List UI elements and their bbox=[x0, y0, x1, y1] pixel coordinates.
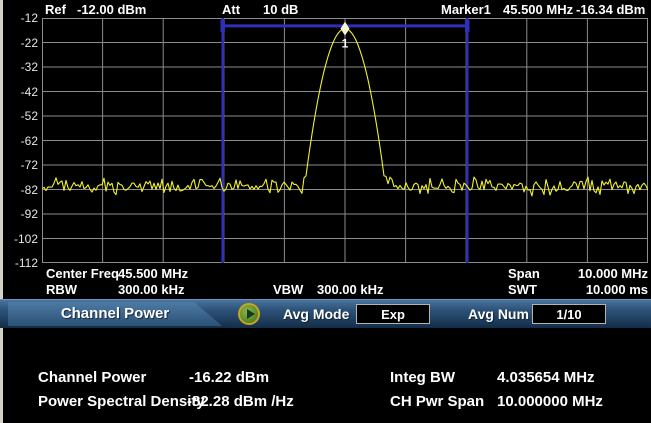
integ-bw-value: 4.035654 MHz bbox=[497, 369, 595, 387]
y-axis-tick-label: -52 bbox=[0, 109, 38, 123]
ref-level-label: Ref bbox=[45, 2, 66, 18]
vbw-label: VBW bbox=[273, 282, 303, 297]
y-axis-tick-label: -92 bbox=[0, 207, 38, 221]
vbw-value: 300.00 kHz bbox=[317, 282, 384, 297]
avg-mode-value-box[interactable]: Exp bbox=[356, 304, 430, 324]
y-axis-tick-label: -82 bbox=[0, 183, 38, 197]
rbw-value: 300.00 kHz bbox=[118, 282, 185, 297]
ch-pwr-span-label: CH Pwr Span bbox=[390, 393, 484, 411]
marker-readout-label: Marker1 bbox=[441, 2, 491, 18]
channel-power-result-value: -16.22 dBm bbox=[189, 369, 269, 387]
channel-power-result-label: Channel Power bbox=[38, 369, 146, 387]
tab-channel-power[interactable]: Channel Power bbox=[8, 302, 222, 326]
y-axis-tick-label: -72 bbox=[0, 158, 38, 172]
swt-label: SWT bbox=[508, 282, 537, 297]
span-label: Span bbox=[508, 266, 540, 281]
center-freq-value: 45.500 MHz bbox=[118, 266, 188, 281]
swt-value: 10.000 ms bbox=[560, 282, 648, 297]
marker-readout-level: -16.34 dBm bbox=[576, 2, 645, 18]
y-axis-tick-label: -22 bbox=[0, 36, 38, 50]
avg-num-label: Avg Num bbox=[468, 305, 529, 324]
attenuation-label: Att bbox=[222, 2, 240, 18]
center-freq-label: Center Freq bbox=[46, 266, 119, 281]
play-triangle-icon bbox=[247, 309, 255, 319]
menu-bar: Channel Power Avg Mode Exp Avg Num 1/10 bbox=[0, 299, 651, 328]
graticule: 1 bbox=[42, 18, 648, 263]
y-axis-tick-label: -102 bbox=[0, 232, 38, 246]
y-axis-tick-label: -112 bbox=[0, 256, 38, 270]
marker-readout-freq: 45.500 MHz bbox=[503, 2, 573, 18]
ref-level-value: -12.00 dBm bbox=[77, 2, 146, 18]
avg-num-value-box[interactable]: 1/10 bbox=[532, 304, 606, 324]
y-axis-tick-label: -12 bbox=[0, 11, 38, 25]
attenuation-value: 10 dB bbox=[263, 2, 298, 18]
play-icon[interactable] bbox=[238, 303, 260, 325]
y-axis-tick-label: -32 bbox=[0, 60, 38, 74]
integ-bw-label: Integ BW bbox=[390, 369, 455, 387]
y-axis-tick-label: -62 bbox=[0, 134, 38, 148]
psd-result-label: Power Spectral Density bbox=[38, 393, 205, 411]
span-value: 10.000 MHz bbox=[560, 266, 648, 281]
y-axis-tick-label: -42 bbox=[0, 85, 38, 99]
psd-result-value: -82.28 dBm /Hz bbox=[187, 393, 294, 411]
marker-number-label: 1 bbox=[342, 37, 349, 51]
avg-mode-label: Avg Mode bbox=[283, 305, 349, 324]
marker-diamond-icon bbox=[341, 22, 350, 36]
rbw-label: RBW bbox=[46, 282, 77, 297]
ch-pwr-span-value: 10.000000 MHz bbox=[497, 393, 603, 411]
spectrum-analyzer-screen: Ref -12.00 dBm Att 10 dB Marker1 45.500 … bbox=[0, 0, 651, 423]
